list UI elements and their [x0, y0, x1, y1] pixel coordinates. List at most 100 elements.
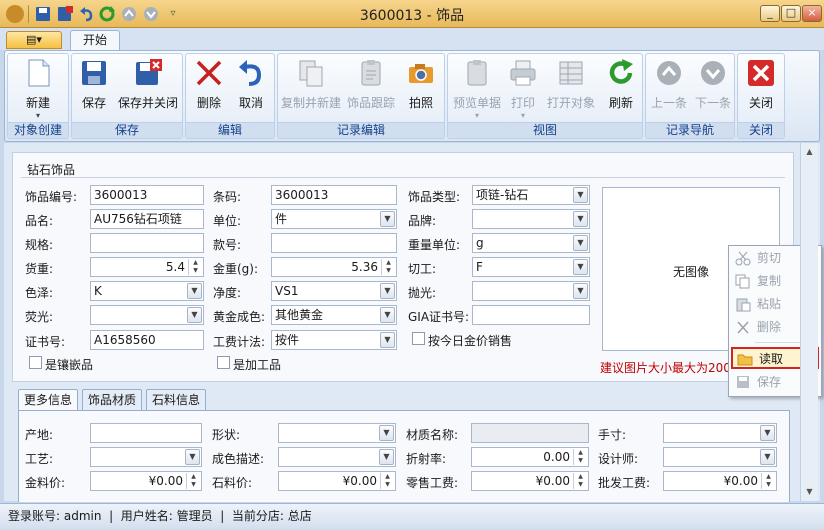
polish-select[interactable]: ▼ — [472, 281, 590, 301]
chevron-down-icon[interactable]: ▼ — [760, 449, 775, 465]
tab-stone[interactable]: 石料信息 — [146, 389, 207, 411]
cancel-button[interactable]: 取消 — [232, 58, 270, 118]
previous-record-button[interactable]: 上一条 — [648, 58, 690, 118]
detail-tabs: 更多信息 饰品材质 石料信息 — [18, 389, 218, 412]
chevron-down-icon[interactable]: ▼ — [379, 425, 394, 441]
goods-weight-label: 货重: — [25, 262, 54, 276]
fluorescence-label: 荧光: — [25, 310, 54, 324]
chevron-down-icon[interactable]: ▼ — [187, 283, 202, 299]
chevron-down-icon[interactable]: ▼ — [573, 187, 588, 203]
gold-price-field[interactable]: ¥0.00 ▲ ▼ — [90, 471, 202, 491]
close-window-button[interactable]: 关闭 — [742, 58, 780, 118]
tab-home[interactable]: 开始 — [70, 30, 120, 51]
unit-select[interactable]: 件 ▼ — [271, 209, 397, 229]
brand-select[interactable]: ▼ — [472, 209, 590, 229]
clarity-select[interactable]: VS1 ▼ — [271, 281, 397, 301]
photo-button[interactable]: 拍照 — [402, 58, 440, 118]
chevron-down-icon[interactable]: ▼ — [380, 211, 395, 227]
spinner-icon[interactable]: ▲ ▼ — [761, 473, 775, 489]
maximize-button[interactable]: □ — [781, 5, 801, 22]
finish-desc-select[interactable]: ▼ — [278, 447, 396, 467]
labor-method-select[interactable]: 按件 ▼ — [271, 330, 397, 350]
save-and-close-button[interactable]: 保存并关闭 — [116, 58, 180, 118]
refresh-button[interactable]: 刷新 — [602, 58, 640, 118]
chevron-down-icon[interactable]: ▼ — [573, 235, 588, 251]
gold-color-label: 黄金成色: — [213, 310, 266, 324]
app-menu-button[interactable]: ▤▾ — [6, 31, 62, 49]
undo-icon — [236, 58, 266, 88]
barcode-field[interactable]: 3600013 — [271, 185, 397, 205]
tab-more-info[interactable]: 更多信息 — [18, 389, 79, 412]
origin-label: 产地: — [25, 428, 54, 442]
cut-select[interactable]: F ▼ — [472, 257, 590, 277]
chevron-down-icon[interactable]: ▼ — [760, 425, 775, 441]
copy-icon — [735, 274, 751, 289]
spinner-icon[interactable]: ▲ ▼ — [380, 473, 394, 489]
spinner-icon[interactable]: ▲ ▼ — [573, 473, 587, 489]
scissors-icon — [735, 251, 751, 266]
scroll-up-icon[interactable]: ▲ — [803, 145, 816, 159]
spinner-icon[interactable]: ▲ ▼ — [186, 473, 200, 489]
chevron-down-icon[interactable]: ▼ — [573, 211, 588, 227]
craft-label: 工艺: — [25, 452, 54, 466]
code-field[interactable]: 3600013 — [90, 185, 204, 205]
spinner-icon[interactable]: ▲ ▼ — [188, 259, 202, 275]
chevron-down-icon[interactable]: ▼ — [380, 307, 395, 323]
chevron-down-icon[interactable]: ▼ — [380, 332, 395, 348]
chevron-down-icon[interactable]: ▼ — [379, 449, 394, 465]
wholesale-labor-field[interactable]: ¥0.00 ▲ ▼ — [663, 471, 777, 491]
processed-checkbox[interactable] — [217, 356, 230, 369]
group-label: 保存 — [72, 122, 182, 138]
name-field[interactable]: AU756钻石项链 — [90, 209, 204, 229]
chevron-down-icon[interactable]: ▼ — [187, 307, 202, 323]
delete-button[interactable]: 删除 — [190, 58, 228, 118]
spinner-icon[interactable]: ▲ ▼ — [381, 259, 395, 275]
color-select[interactable]: K ▼ — [90, 281, 204, 301]
shape-select[interactable]: ▼ — [278, 423, 396, 443]
image-size-hint: 建议图片大小最大为200 — [600, 361, 731, 375]
copy-and-new-button[interactable]: 复制并新建 — [280, 58, 342, 118]
weight-unit-select[interactable]: g ▼ — [472, 233, 590, 253]
minimize-button[interactable]: _ — [760, 5, 780, 22]
jewelry-track-button[interactable]: 饰品跟踪 — [344, 58, 398, 118]
close-button[interactable]: × — [802, 5, 822, 22]
chevron-down-icon[interactable]: ▼ — [185, 449, 200, 465]
material-name-label: 材质名称: — [406, 428, 459, 442]
group-create: 新建 ▾ 对象创建 — [7, 53, 69, 139]
chevron-down-icon[interactable]: ▼ — [380, 283, 395, 299]
chevron-down-icon[interactable]: ▼ — [573, 283, 588, 299]
preview-document-button[interactable]: 预览单据 ▾ — [450, 58, 504, 120]
chevron-down-icon[interactable]: ▼ — [573, 259, 588, 275]
processed-label: 是加工品 — [233, 358, 282, 372]
goods-weight-field[interactable]: 5.4 ▲ ▼ — [90, 257, 204, 277]
tab-material[interactable]: 饰品材质 — [82, 389, 143, 411]
stone-price-field[interactable]: ¥0.00 ▲ ▼ — [278, 471, 396, 491]
fluorescence-select[interactable]: ▼ — [90, 305, 204, 325]
new-button[interactable]: 新建 ▾ — [12, 58, 64, 120]
cert-field[interactable]: A1658560 — [90, 330, 204, 350]
spec-field[interactable] — [90, 233, 204, 253]
inlay-checkbox[interactable] — [29, 356, 42, 369]
vertical-scrollbar[interactable]: ▲ ▼ — [800, 143, 818, 501]
type-select[interactable]: 项链-钻石 ▼ — [472, 185, 590, 205]
gold-color-select[interactable]: 其他黄金 ▼ — [271, 305, 397, 325]
refraction-field[interactable]: 0.00 ▲ ▼ — [471, 447, 589, 467]
open-object-button[interactable]: 打开对象 — [544, 58, 598, 118]
size-select[interactable]: ▼ — [663, 423, 777, 443]
clarity-label: 净度: — [213, 286, 242, 300]
print-button[interactable]: 打印 ▾ — [506, 58, 540, 120]
style-field[interactable] — [271, 233, 397, 253]
today-price-label: 按今日金价销售 — [428, 334, 513, 348]
scroll-down-icon[interactable]: ▼ — [803, 485, 816, 499]
spec-label: 规格: — [25, 238, 54, 252]
spinner-icon[interactable]: ▲ ▼ — [573, 449, 587, 465]
save-button[interactable]: 保存 — [76, 58, 112, 118]
craft-select[interactable]: ▼ — [90, 447, 202, 467]
gia-field[interactable] — [472, 305, 590, 325]
retail-labor-field[interactable]: ¥0.00 ▲ ▼ — [471, 471, 589, 491]
gold-weight-field[interactable]: 5.36 ▲ ▼ — [271, 257, 397, 277]
today-price-checkbox[interactable] — [412, 332, 425, 345]
next-record-button[interactable]: 下一条 — [692, 58, 734, 118]
origin-field[interactable] — [90, 423, 202, 443]
designer-select[interactable]: ▼ — [663, 447, 777, 467]
